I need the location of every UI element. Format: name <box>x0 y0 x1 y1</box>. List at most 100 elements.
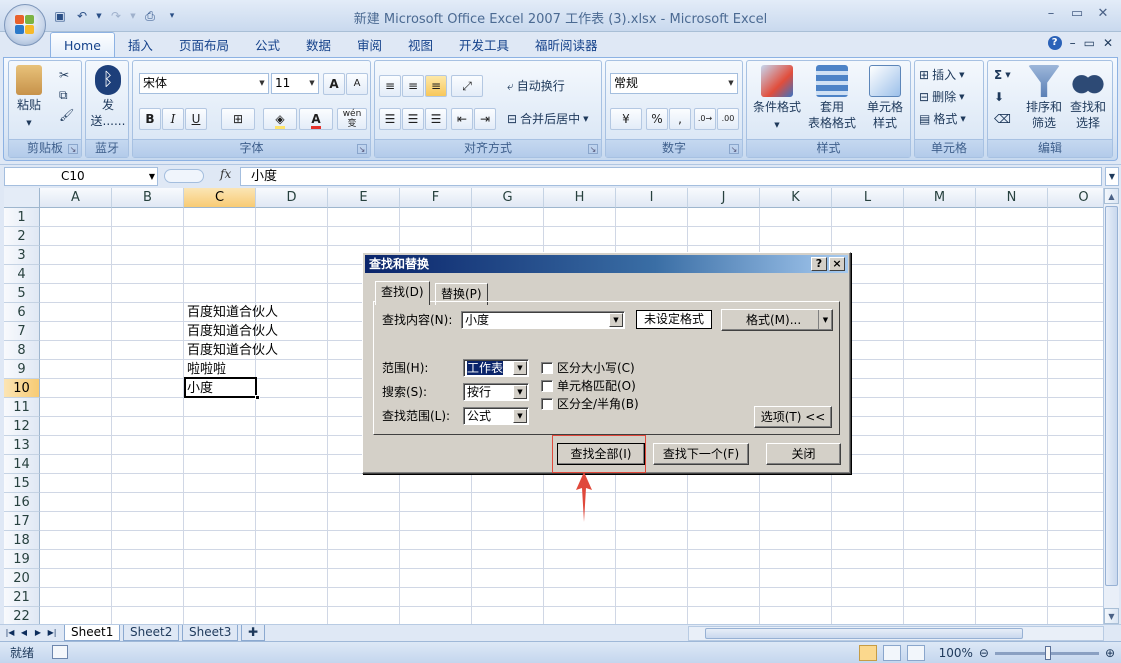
row-header-5[interactable]: 5 <box>4 284 40 303</box>
scroll-up-icon[interactable]: ▲ <box>1104 188 1119 204</box>
chevron-down-icon[interactable]: ▼ <box>513 409 527 423</box>
align-left-icon[interactable]: ☰ <box>379 108 401 130</box>
cell-c8[interactable]: 百度知道合伙人 <box>184 341 278 360</box>
first-sheet-icon[interactable]: |◀ <box>4 625 16 641</box>
currency-icon[interactable]: ¥ <box>610 108 642 130</box>
ribbon-minimize-button[interactable]: – <box>1070 36 1076 50</box>
vertical-scroll-thumb[interactable] <box>1105 206 1118 586</box>
ribbon-close-button[interactable]: ✕ <box>1103 36 1113 50</box>
dialog-close-icon[interactable]: × <box>829 257 845 271</box>
increase-indent-icon[interactable]: ⇥ <box>474 108 496 130</box>
zoom-in-icon[interactable]: ⊕ <box>1105 643 1115 663</box>
row-header-14[interactable]: 14 <box>4 455 40 474</box>
paste-button[interactable]: 粘贴 ▼ <box>13 65 45 131</box>
tab-review[interactable]: 审阅 <box>344 34 395 58</box>
close-dialog-button[interactable]: 关闭 <box>766 443 841 465</box>
row-header-22[interactable]: 22 <box>4 607 40 624</box>
options-button[interactable]: 选项(T) << <box>754 406 832 428</box>
find-next-button[interactable]: 查找下一个(F) <box>653 443 749 465</box>
underline-button[interactable]: U <box>185 108 207 130</box>
font-launcher-icon[interactable]: ↘ <box>357 144 367 154</box>
normal-view-icon[interactable] <box>858 645 877 661</box>
tab-developer[interactable]: 开发工具 <box>446 34 522 58</box>
row-header-12[interactable]: 12 <box>4 417 40 436</box>
row-header-15[interactable]: 15 <box>4 474 40 493</box>
tab-foxit-reader[interactable]: 福昕阅读器 <box>522 34 611 58</box>
maximize-button[interactable]: ▭ <box>1065 4 1089 24</box>
bluetooth-send-button[interactable]: ᛒ 发 送...... <box>88 65 128 129</box>
cell-c6[interactable]: 百度知道合伙人 <box>184 303 278 322</box>
row-header-3[interactable]: 3 <box>4 246 40 265</box>
office-button[interactable] <box>4 4 46 46</box>
zoom-slider-knob[interactable] <box>1044 645 1051 660</box>
wrap-text-button[interactable]: ⤶ 自动换行 <box>507 76 565 96</box>
grow-font-button[interactable]: A <box>323 73 345 95</box>
row-header-21[interactable]: 21 <box>4 588 40 607</box>
increase-decimal-icon[interactable]: .0→ <box>694 108 716 130</box>
chevron-down-icon[interactable]: ▼ <box>818 310 832 330</box>
prev-sheet-icon[interactable]: ◀ <box>18 625 30 641</box>
dialog-help-button[interactable]: ? <box>811 257 827 271</box>
dialog-title[interactable]: 查找和替换 <box>365 255 848 273</box>
tab-formulas[interactable]: 公式 <box>242 34 293 58</box>
row-header-17[interactable]: 17 <box>4 512 40 531</box>
number-format-combo[interactable]: 常规 ▼ <box>610 73 738 94</box>
merge-center-button[interactable]: ⊟ 合并后居中 ▼ <box>507 109 588 129</box>
formula-input[interactable]: 小度 <box>240 167 1102 186</box>
row-header-9[interactable]: 9 <box>4 360 40 379</box>
chevron-down-icon[interactable]: ▼ <box>513 361 527 375</box>
number-launcher-icon[interactable]: ↘ <box>729 144 739 154</box>
column-header-n[interactable]: N <box>976 188 1048 208</box>
match-case-checkbox[interactable]: 区分大小写(C) <box>541 359 635 376</box>
insert-cells-button[interactable]: ⊞ 插入 ▼ <box>919 65 964 85</box>
clear-icon[interactable]: ⌫ <box>994 109 1011 129</box>
tab-home[interactable]: Home <box>50 32 115 58</box>
decrease-indent-icon[interactable]: ⇤ <box>451 108 473 130</box>
autosum-button[interactable]: Σ ▼ <box>994 65 1011 85</box>
column-header-l[interactable]: L <box>832 188 904 208</box>
align-right-icon[interactable]: ☰ <box>425 108 447 130</box>
row-header-1[interactable]: 1 <box>4 208 40 227</box>
column-header-k[interactable]: K <box>760 188 832 208</box>
zoom-slider[interactable] <box>994 645 1099 660</box>
format-painter-icon[interactable]: 🖌 <box>59 105 74 125</box>
formula-grip-icon[interactable] <box>164 169 204 183</box>
row-header-8[interactable]: 8 <box>4 341 40 360</box>
row-header-4[interactable]: 4 <box>4 265 40 284</box>
macro-record-icon[interactable] <box>52 645 68 659</box>
orientation-icon[interactable]: ⤢ <box>451 75 483 97</box>
column-header-m[interactable]: M <box>904 188 976 208</box>
fill-icon[interactable]: ⬇ <box>994 87 1004 107</box>
align-middle-icon[interactable]: ≡ <box>402 75 424 97</box>
column-header-b[interactable]: B <box>112 188 184 208</box>
find-what-input[interactable]: 小度 ▼ <box>461 311 625 329</box>
insert-sheet-icon[interactable]: ✚ <box>241 625 266 641</box>
row-header-13[interactable]: 13 <box>4 436 40 455</box>
vertical-scrollbar[interactable]: ▲ ▼ <box>1103 188 1119 624</box>
comma-button[interactable]: , <box>669 108 691 130</box>
ribbon-restore-button[interactable]: ▭ <box>1084 36 1095 50</box>
copy-icon[interactable]: ⧉ <box>59 85 68 105</box>
tab-data[interactable]: 数据 <box>293 34 344 58</box>
borders-button[interactable]: ⊞ <box>221 108 255 130</box>
sheet-tab-2[interactable]: Sheet2 <box>123 625 180 641</box>
zoom-out-icon[interactable]: ⊖ <box>979 643 989 663</box>
format-button[interactable]: 格式(M)... ▼ <box>721 309 833 331</box>
match-cell-checkbox[interactable]: 单元格匹配(O) <box>541 377 636 394</box>
last-sheet-icon[interactable]: ▶| <box>46 625 58 641</box>
row-header-6[interactable]: 6 <box>4 303 40 322</box>
italic-button[interactable]: I <box>162 108 184 130</box>
conditional-format-button[interactable]: 条件格式 ▼ <box>749 65 805 133</box>
scroll-down-icon[interactable]: ▼ <box>1104 608 1119 624</box>
chevron-down-icon[interactable]: ▼ <box>609 313 623 327</box>
align-top-icon[interactable]: ≡ <box>379 75 401 97</box>
percent-button[interactable]: % <box>646 108 668 130</box>
cell-styles-button[interactable]: 单元格 样式 <box>861 65 909 131</box>
horizontal-scrollbar[interactable] <box>688 626 1104 641</box>
row-header-19[interactable]: 19 <box>4 550 40 569</box>
fill-handle[interactable] <box>255 395 260 400</box>
match-width-checkbox[interactable]: 区分全/半角(B) <box>541 395 639 412</box>
row-header-7[interactable]: 7 <box>4 322 40 341</box>
select-all-button[interactable] <box>4 188 40 208</box>
row-header-10[interactable]: 10 <box>4 379 40 398</box>
